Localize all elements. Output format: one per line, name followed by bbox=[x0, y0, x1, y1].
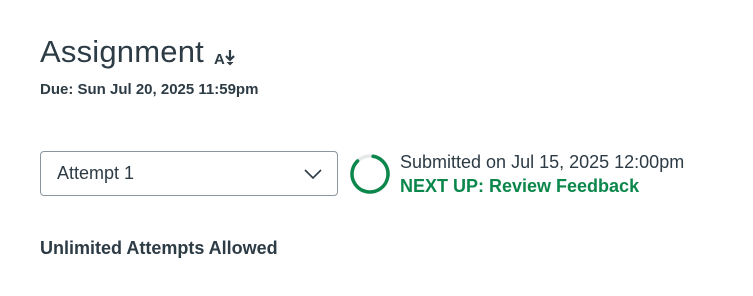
chevron-down-icon bbox=[303, 166, 323, 182]
submitted-text: Submitted on Jul 15, 2025 12:00pm bbox=[400, 152, 685, 172]
svg-text:A: A bbox=[214, 51, 225, 66]
text-direction-icon[interactable]: A bbox=[214, 48, 240, 68]
title-row: Assignment A bbox=[40, 32, 240, 72]
attempts-allowed: Unlimited Attempts Allowed bbox=[40, 238, 278, 258]
attempt-select[interactable]: Attempt 1 bbox=[40, 151, 338, 196]
submission-status: Submitted on Jul 15, 2025 12:00pm NEXT U… bbox=[400, 150, 684, 198]
submission-progress-icon bbox=[349, 153, 391, 195]
next-up-link[interactable]: NEXT UP: Review Feedback bbox=[400, 174, 684, 198]
due-date: Due: Sun Jul 20, 2025 11:59pm bbox=[40, 81, 259, 98]
attempt-select-value: Attempt 1 bbox=[57, 163, 135, 183]
page-title: Assignment bbox=[40, 34, 204, 69]
assignment-page: Assignment A Due: Sun Jul 20, 2025 11:59… bbox=[0, 0, 753, 296]
